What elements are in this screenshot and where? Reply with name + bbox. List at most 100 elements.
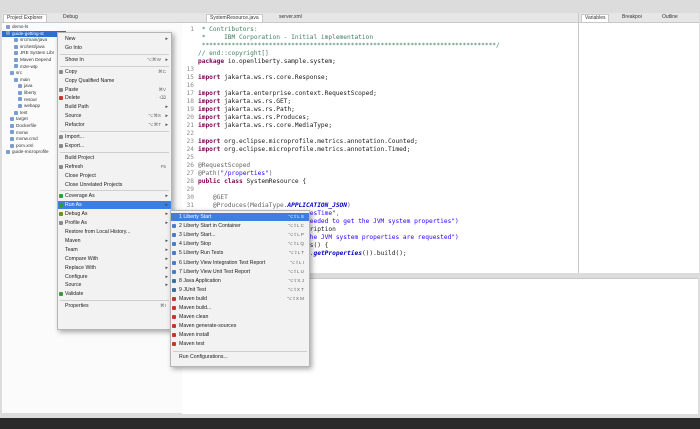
tree-item[interactable]: guide-microprofile	[2, 149, 49, 155]
menu-item-label: Replace With	[65, 264, 96, 271]
shortcut-hint: ⌥⇧L S	[288, 214, 304, 219]
code-token: APPLICATION_JSON	[287, 202, 348, 209]
menu-item-run-as[interactable]: Run As ▸	[58, 201, 171, 210]
tab-debug[interactable]: Debug	[60, 14, 81, 21]
tree-item[interactable]: test	[2, 110, 27, 116]
chevron-right-icon: ▸	[165, 220, 168, 227]
menu-item-refresh[interactable]: Refresh F5	[58, 163, 171, 171]
menu-item-4-liberty-stop[interactable]: 4 Liberty Stop ⌥⇧L Q	[171, 240, 309, 248]
code-token: org.eclipse.microprofile.metrics.annotat…	[224, 138, 418, 145]
menu-item-maven-generate-sources[interactable]: Maven generate-sources	[171, 322, 309, 330]
menu-item-refactor[interactable]: Refactor ⌥⌘T ▸	[58, 121, 171, 129]
tree-item[interactable]: mvnw	[2, 130, 28, 136]
paste-icon	[59, 87, 63, 92]
code-line: 24 import org.eclipse.microprofile.metric…	[182, 146, 578, 154]
tree-item[interactable]: JRE System Libr	[2, 50, 54, 56]
menu-item-team[interactable]: Team ▸	[58, 246, 171, 254]
tree-item[interactable]: target	[2, 116, 28, 122]
menu-item-label: Source	[65, 282, 82, 289]
menu-item-maven-clean[interactable]: Maven clean	[171, 313, 309, 321]
menu-item-maven[interactable]: Maven ▸	[58, 237, 171, 245]
menu-item-label: Configure	[65, 273, 88, 280]
tree-item[interactable]: java	[2, 83, 32, 89]
menu-separator	[60, 190, 169, 192]
menu-item-label: Import...	[65, 134, 85, 140]
menu-item-source[interactable]: Source ⌥⌘S ▸	[58, 112, 171, 120]
menu-item-2-liberty-start-in-container[interactable]: 2 Liberty Start in Container ⌥⇧L C	[171, 222, 309, 230]
menu-item-close-unrelated-projects[interactable]: Close Unrelated Projects	[58, 181, 171, 189]
menu-item-8-java-application[interactable]: 8 Java Application ⌥⇧X J	[171, 277, 309, 285]
menu-item-5-liberty-run-tests[interactable]: 5 Liberty Run Tests ⌥⇧L T	[171, 249, 309, 257]
menu-item-build-project[interactable]: Build Project	[58, 154, 171, 162]
code-token: import	[198, 138, 225, 145]
menu-item-coverage-as[interactable]: Coverage As ▸	[58, 192, 171, 200]
tree-item[interactable]: mvnw.cmd	[2, 136, 38, 142]
code-line: 22	[182, 130, 578, 138]
menu-item-delete[interactable]: Delete ⌫	[58, 94, 171, 102]
tree-item[interactable]: webapp	[2, 103, 40, 109]
line-number: 27	[186, 170, 194, 177]
tab-project-explorer[interactable]: Project Explorer	[3, 14, 47, 22]
menu-item-3-liberty-start[interactable]: 3 Liberty Start... ⌥⇧L P	[171, 231, 309, 239]
tree-item[interactable]: pom.xml	[2, 143, 33, 149]
menu-item-debug-as[interactable]: Debug As ▸	[58, 210, 171, 218]
menu-item-configure[interactable]: Configure ▸	[58, 273, 171, 281]
menu-item-label: 2 Liberty Start in Container	[179, 223, 241, 230]
tree-item[interactable]: main	[2, 77, 30, 83]
folder-icon	[10, 123, 14, 128]
line-number: 24	[186, 146, 194, 153]
explorer-tab-strip: Project Explorer Debug	[2, 13, 182, 23]
maven-icon	[172, 315, 176, 320]
menu-item-show-in[interactable]: Show In ⌥⌘W ▸	[58, 56, 171, 64]
menu-item-close-project[interactable]: Close Project	[58, 172, 171, 180]
code-line: 1 * Contributors:	[182, 26, 578, 34]
tree-item[interactable]: m2e-wtp	[2, 64, 38, 70]
menu-item-build-path[interactable]: Build Path ▸	[58, 103, 171, 111]
menu-item-7-liberty-view-unit-test-report[interactable]: 7 Liberty View Unit Test Report ⌥⇧L U	[171, 268, 309, 276]
menu-item-paste[interactable]: Paste ⌘V	[58, 86, 171, 94]
menu-item-replace-with[interactable]: Replace With ▸	[58, 264, 171, 272]
tree-item[interactable]: src	[2, 70, 22, 76]
menu-item-compare-with[interactable]: Compare With ▸	[58, 255, 171, 263]
code-token: package	[198, 58, 228, 65]
tab-outline[interactable]: Outline	[659, 14, 681, 21]
menu-item-restore-from-local-history[interactable]: Restore from Local History...	[58, 228, 171, 236]
menu-item-new[interactable]: New ▸	[58, 35, 171, 43]
folder-icon	[14, 77, 18, 82]
menu-item-copy-qualified-name[interactable]: Copy Qualified Name	[58, 77, 171, 85]
code-line: 16	[182, 82, 578, 90]
menu-item-run-configurations[interactable]: Run Configurations...	[171, 353, 309, 361]
liberty-icon	[172, 242, 176, 247]
menu-item-label: Coverage As	[65, 193, 95, 200]
tree-item-label: guide-getting-st	[12, 30, 44, 36]
screen-bottom-edge	[0, 418, 700, 429]
liberty-icon	[172, 233, 176, 238]
tree-item[interactable]: liberty	[2, 90, 36, 96]
tree-item[interactable]: Maven Depend	[2, 57, 51, 63]
menu-item-profile-as[interactable]: Profile As ▸	[58, 219, 171, 227]
line-number: 26	[186, 162, 194, 169]
menu-item-maven-build[interactable]: Maven build ⌥⇧X M	[171, 295, 309, 303]
menu-item-1-liberty-start[interactable]: 1 Liberty Start ⌥⇧L S	[171, 213, 309, 221]
tab-systemresource-java[interactable]: SystemResource.java	[206, 14, 263, 22]
menu-item-maven-test[interactable]: Maven test	[171, 340, 309, 348]
tab-breakpoints[interactable]: Breakpoi	[619, 14, 645, 21]
menu-item-import[interactable]: Import...	[58, 133, 171, 141]
menu-item-source[interactable]: Source ▸	[58, 281, 171, 289]
menu-item-6-liberty-view-integration-test-report[interactable]: 6 Liberty View Integration Test Report ⌥⇧…	[171, 259, 309, 267]
tree-item[interactable]: Dockerfile	[2, 123, 36, 129]
menu-item-copy[interactable]: Copy ⌘C	[58, 68, 171, 76]
menu-item-properties[interactable]: Properties ⌘I	[58, 302, 171, 310]
tab-variables[interactable]: Variables	[581, 14, 610, 22]
menu-item-9-junit-test[interactable]: 9 JUnit Test ⌥⇧X T	[171, 286, 309, 294]
tree-item[interactable]: src/main/java	[2, 37, 47, 43]
menu-item-go-into[interactable]: Go Into	[58, 44, 171, 52]
menu-item-maven-build[interactable]: Maven build...	[171, 304, 309, 312]
tree-item[interactable]: demo-ls	[2, 24, 28, 30]
menu-item-validate[interactable]: Validate	[58, 290, 171, 298]
tree-item[interactable]: resour	[2, 97, 37, 103]
tab-server-xml[interactable]: server.xml	[276, 14, 305, 21]
menu-item-maven-install[interactable]: Maven install	[171, 331, 309, 339]
menu-item-export[interactable]: Export...	[58, 142, 171, 150]
tree-item[interactable]: src/test/java	[2, 44, 45, 50]
